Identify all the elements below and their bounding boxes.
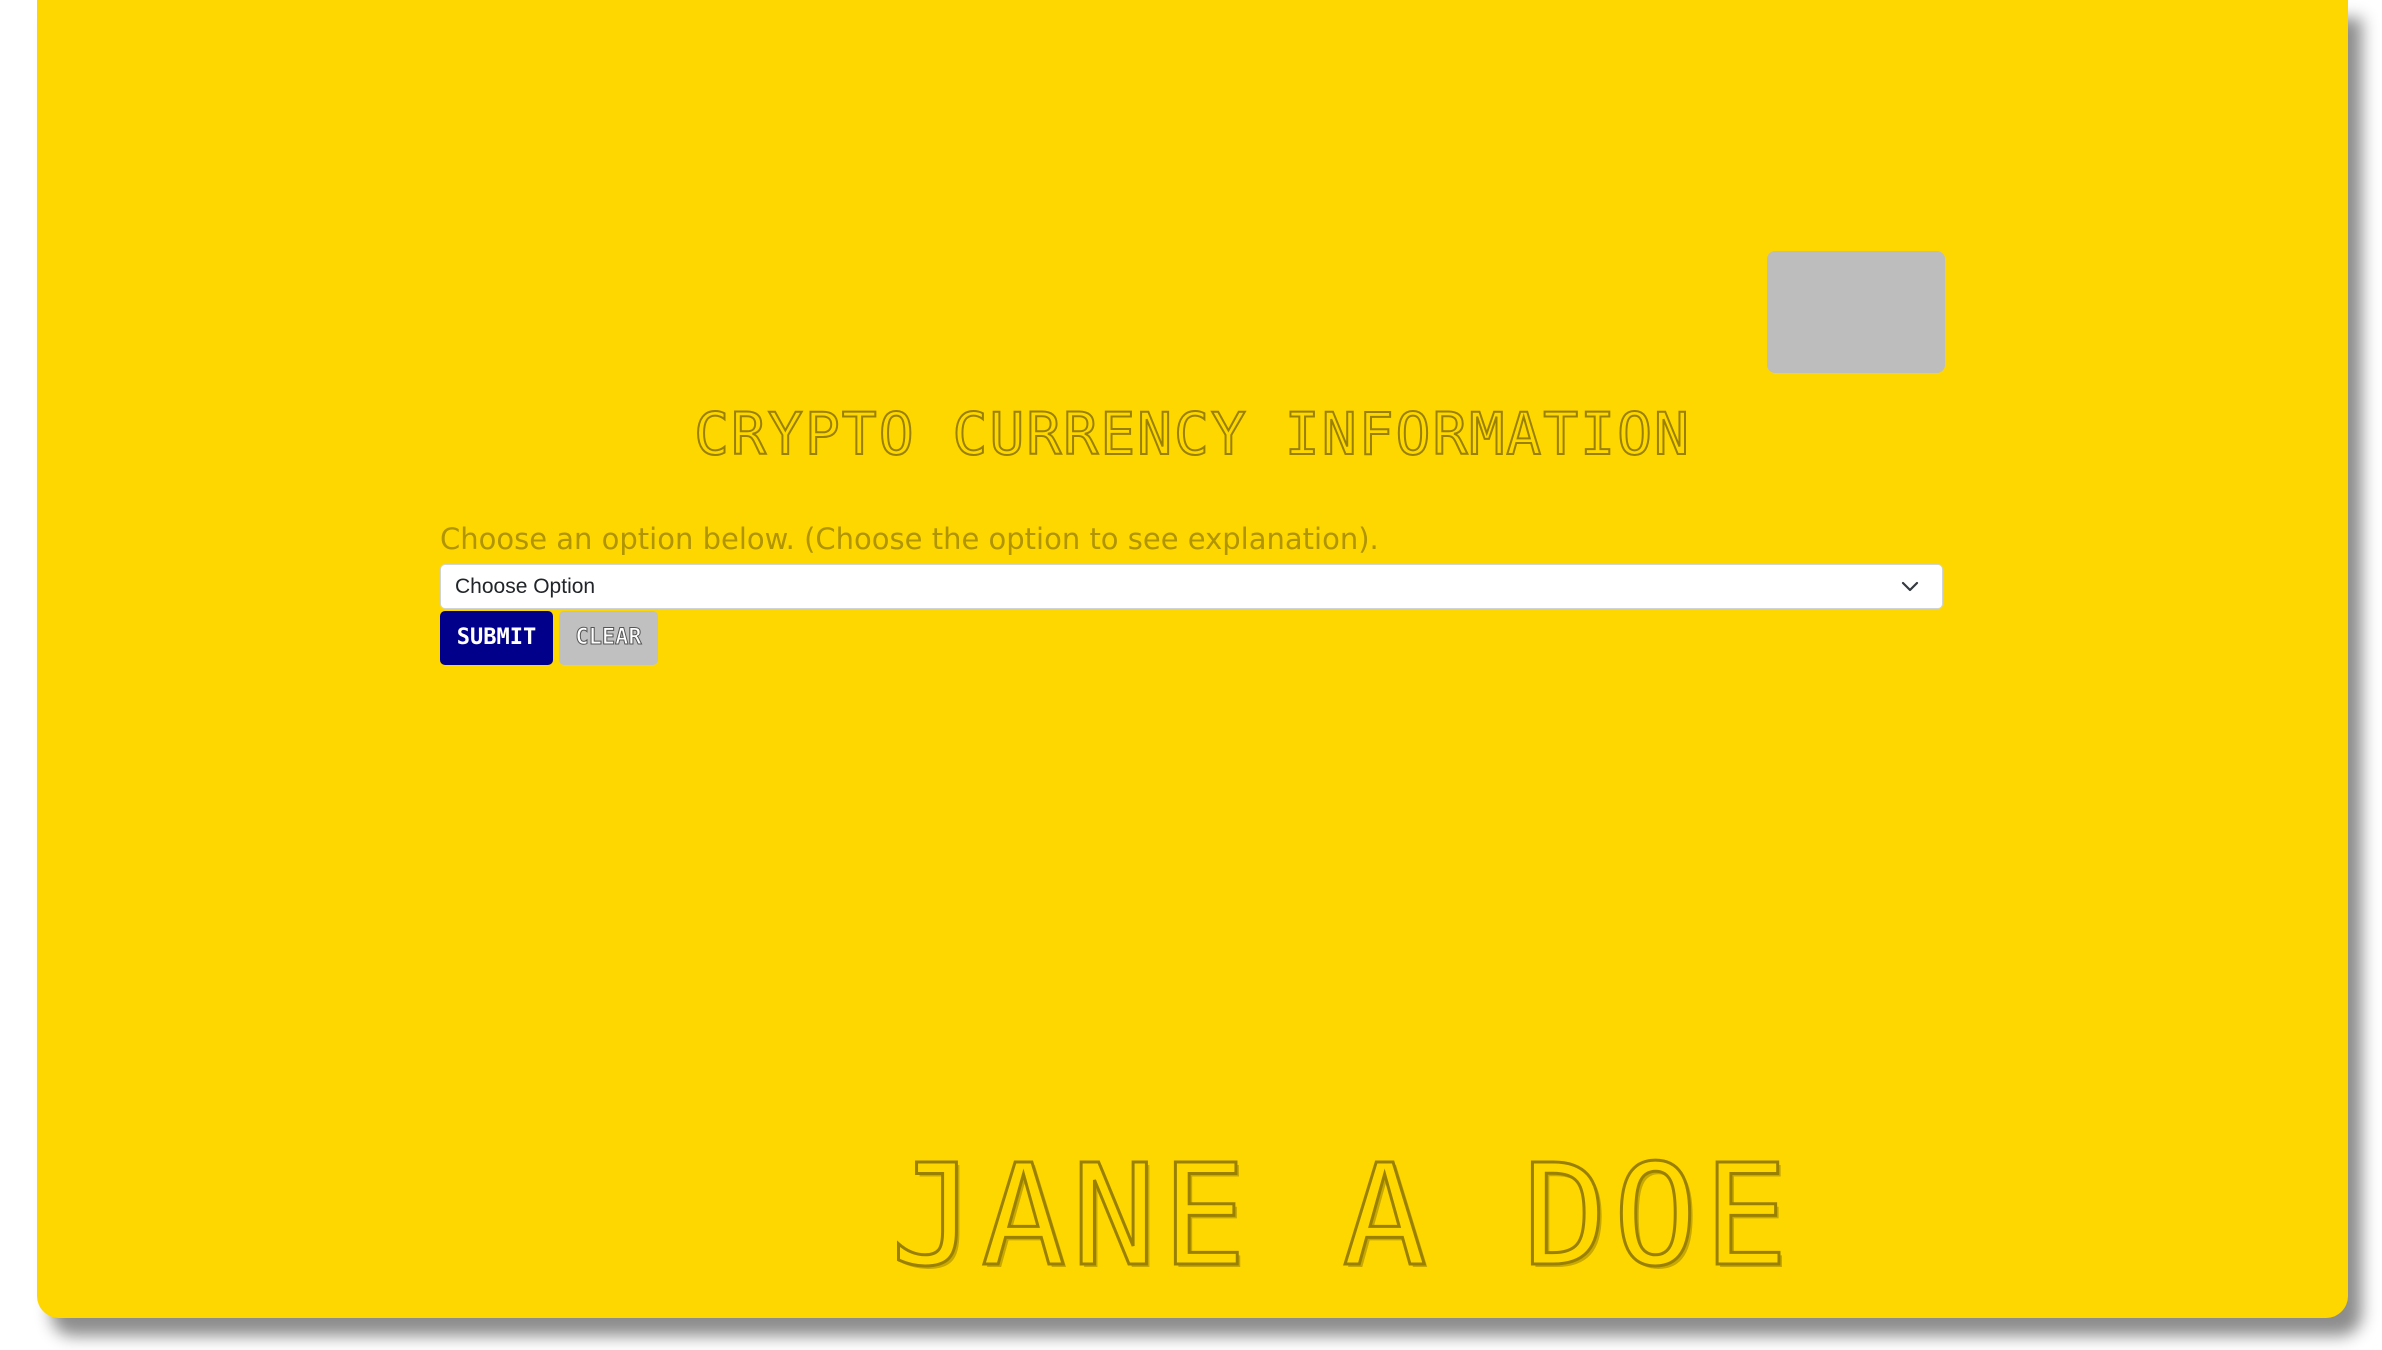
page-title: CRYPTO CURRENCY INFORMATION — [693, 399, 1691, 469]
chevron-down-icon — [1901, 581, 1919, 592]
image-placeholder — [1767, 251, 1945, 373]
select-value: Choose Option — [455, 575, 596, 598]
author-name: JANE A DOE — [890, 1134, 1794, 1300]
submit-button[interactable]: SUBMIT — [440, 611, 553, 665]
select-prompt: Choose an option below. (Choose the opti… — [440, 522, 1379, 556]
clear-button[interactable]: CLEAR — [559, 611, 658, 665]
option-select[interactable]: Choose Option — [440, 564, 1943, 609]
page-card: CRYPTO CURRENCY INFORMATION Choose an op… — [37, 0, 2348, 1318]
